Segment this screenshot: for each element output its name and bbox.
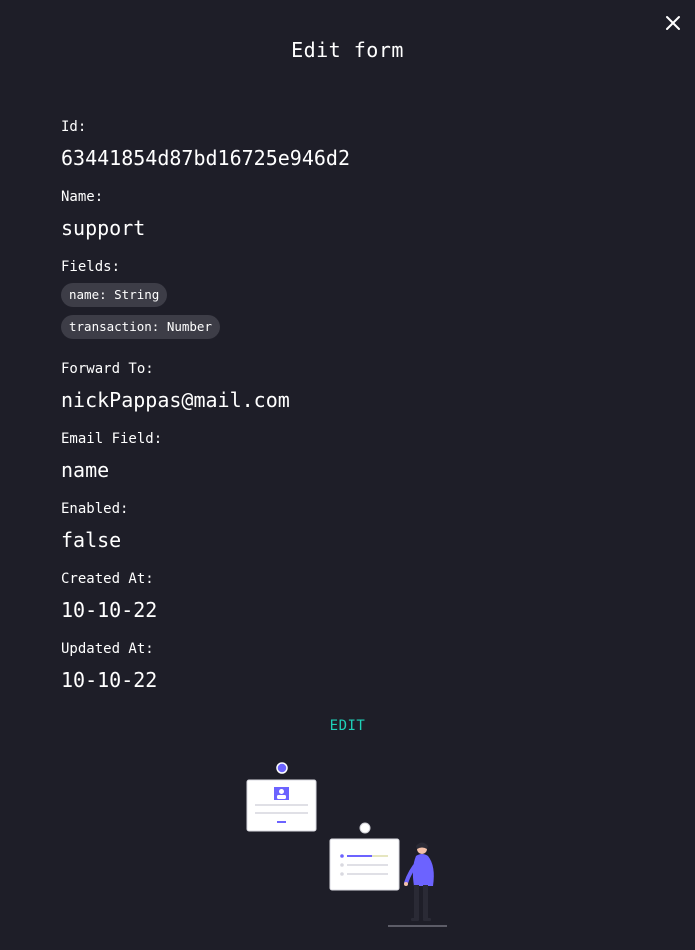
field-id-label: Id: — [61, 119, 87, 135]
field-chip-list: name: String transaction: Number — [61, 283, 220, 339]
field-created-at-value: 10-10-22 — [61, 598, 158, 622]
field-name-label: Name: — [61, 189, 104, 205]
dialog-title: Edit form — [291, 38, 404, 62]
field-enabled: Enabled: false — [61, 500, 128, 553]
field-name-value: support — [61, 216, 146, 240]
field-email-field-label: Email Field: — [61, 431, 163, 447]
field-created-at-label: Created At: — [61, 571, 154, 587]
field-email-field-value: name — [61, 458, 110, 482]
field-created-at: Created At: 10-10-22 — [61, 570, 157, 623]
field-updated-at: Updated At: 10-10-22 — [61, 640, 157, 693]
edit-button[interactable]: EDIT — [0, 718, 695, 734]
field-enabled-value: false — [61, 528, 122, 552]
field-updated-at-label: Updated At: — [61, 641, 154, 657]
field-name: Name: support — [61, 188, 145, 241]
field-id: Id: 63441854d87bd16725e946d2 — [61, 118, 350, 171]
field-enabled-label: Enabled: — [61, 501, 129, 517]
field-fields-label: Fields: — [61, 259, 121, 275]
field-id-value: 63441854d87bd16725e946d2 — [61, 146, 350, 170]
field-forward-to-label: Forward To: — [61, 361, 154, 377]
field-chip-transaction: transaction: Number — [61, 315, 220, 339]
field-updated-at-value: 10-10-22 — [61, 668, 158, 692]
forms-illustration — [246, 762, 447, 927]
close-icon — [666, 16, 680, 30]
profile-card-illustration — [246, 762, 317, 832]
field-email-field: Email Field: name — [61, 430, 162, 483]
field-forward-to-value: nickPappas@mail.com — [61, 388, 290, 412]
field-fields: Fields: name: String transaction: Number — [61, 258, 220, 347]
close-button[interactable] — [662, 12, 684, 34]
list-card-illustration — [329, 822, 400, 891]
field-chip-name: name: String — [61, 283, 168, 307]
field-forward-to: Forward To: nickPappas@mail.com — [61, 360, 290, 413]
